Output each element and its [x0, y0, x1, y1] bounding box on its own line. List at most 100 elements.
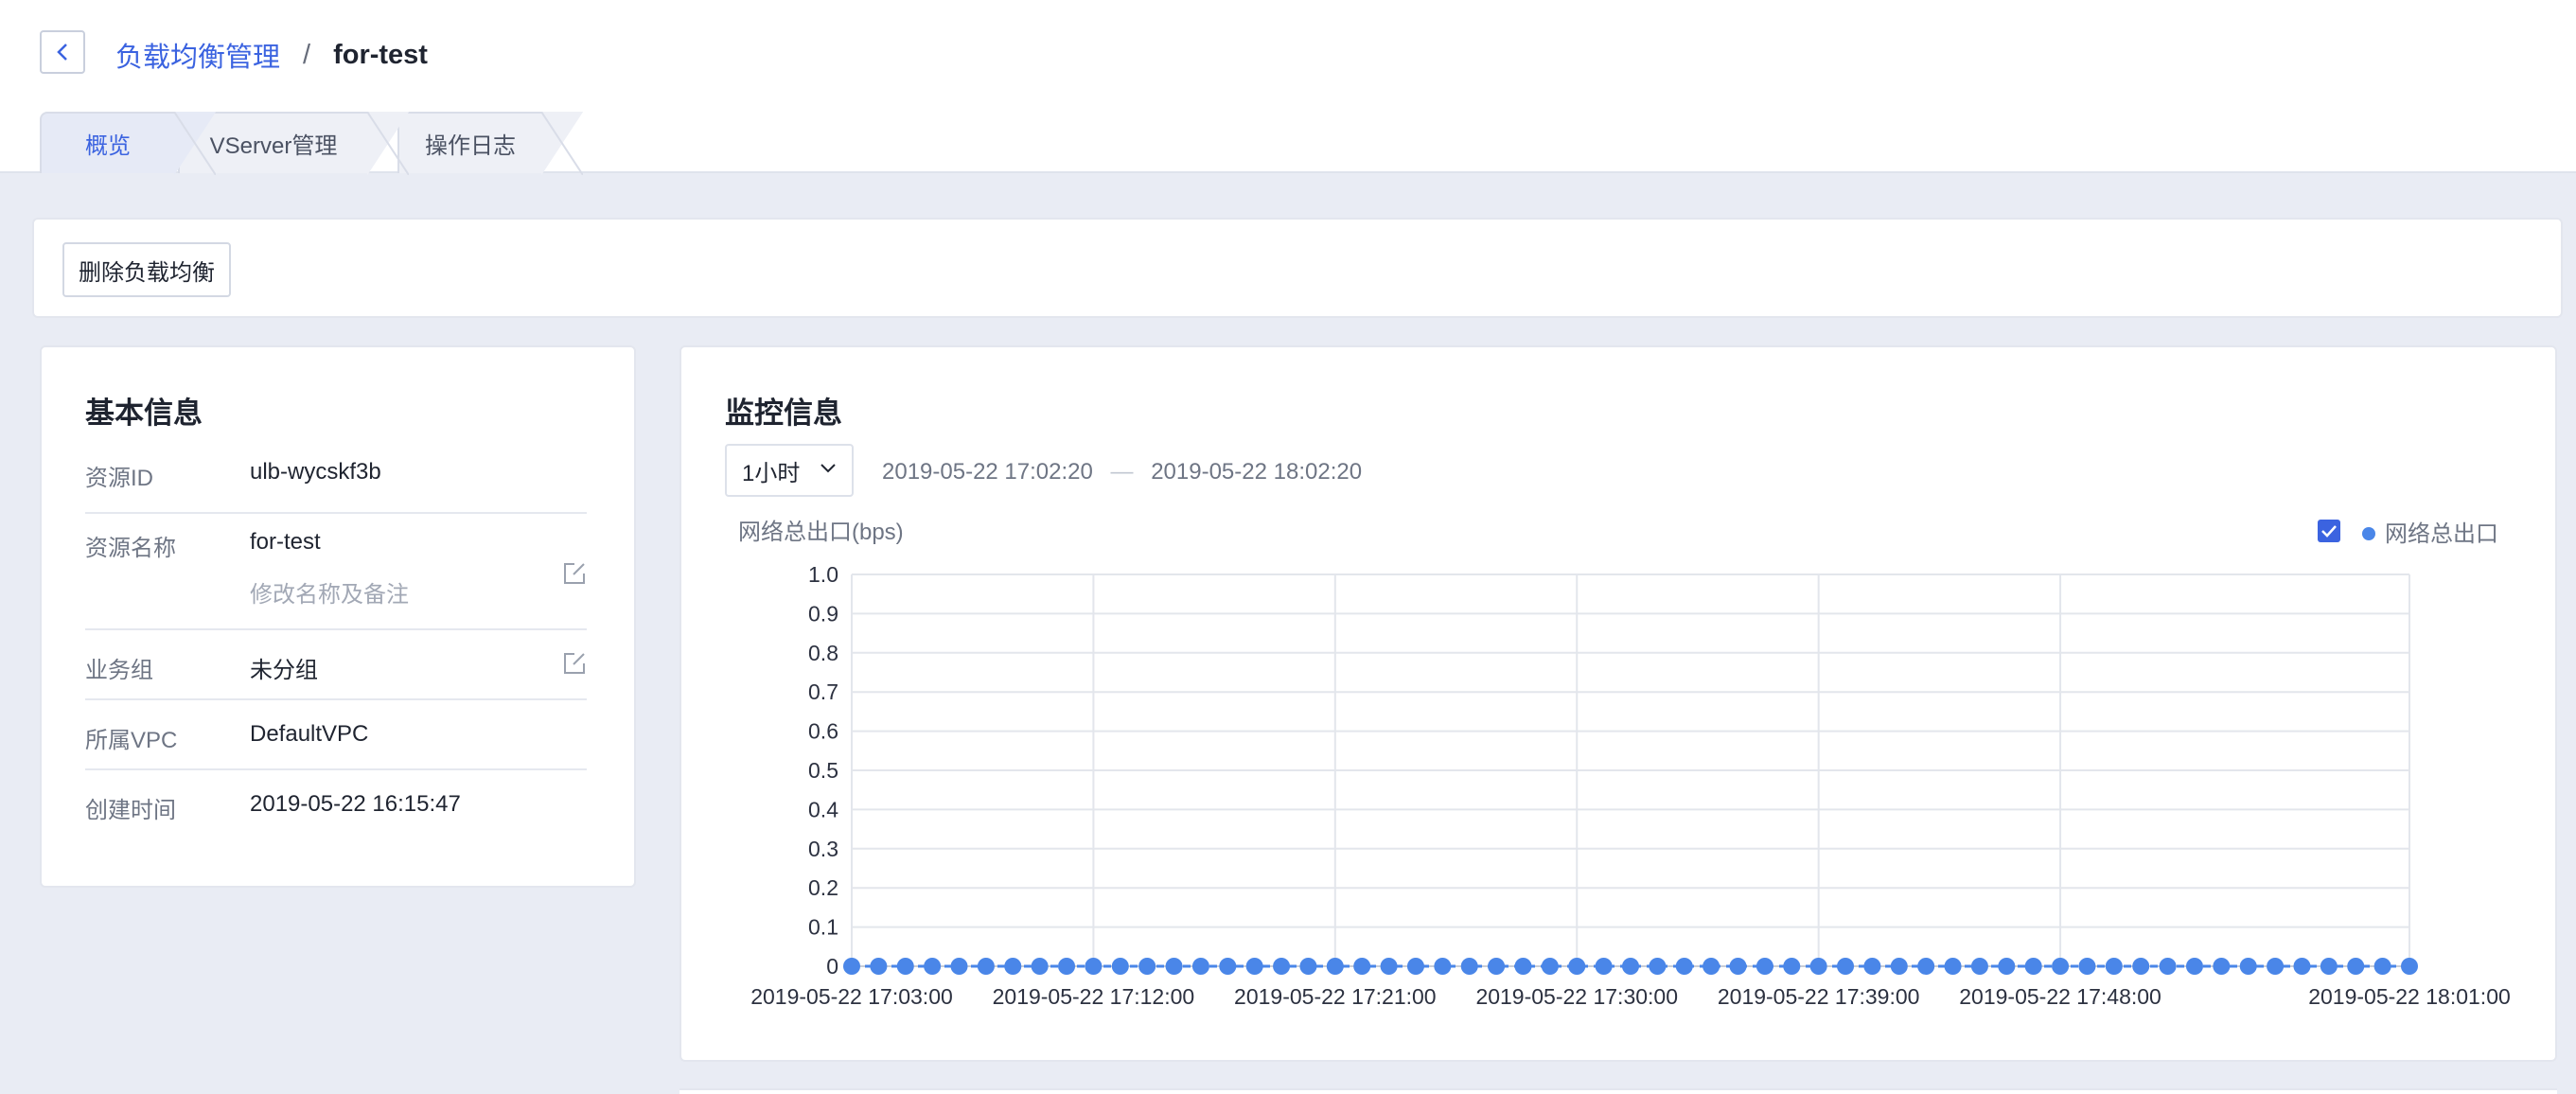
data-point[interactable] [870, 958, 888, 975]
time-range-display: 2019-05-22 17:02:20 — 2019-05-22 18:02:2… [882, 459, 1362, 485]
time-range-select[interactable]: 1小时 [725, 444, 854, 497]
data-point[interactable] [2052, 958, 2070, 975]
data-point[interactable] [1783, 958, 1801, 975]
y-tick-label: 0 [826, 954, 838, 979]
data-point[interactable] [1380, 958, 1398, 975]
data-point[interactable] [1406, 958, 1424, 975]
legend-checkbox[interactable] [2318, 520, 2340, 542]
data-point[interactable] [2213, 958, 2231, 975]
time-range-start: 2019-05-22 17:02:20 [882, 459, 1093, 485]
monitor-panel: 0 0.1 0.2 0.3 0.4 0.5 0.6 0.7 0.8 0.9 1.0 2019-05-… [679, 345, 2557, 1062]
info-value: ulb-wycskf3b [250, 459, 381, 485]
data-point[interactable] [1219, 958, 1237, 975]
data-point[interactable] [950, 958, 968, 975]
data-point[interactable] [1675, 958, 1693, 975]
legend: 网络总出口 [2318, 520, 2498, 547]
data-point[interactable] [1809, 958, 1827, 975]
time-range-select-value: 1小时 [742, 460, 801, 486]
tab-operation-log[interactable]: 操作日志 [397, 112, 583, 175]
data-point[interactable] [1837, 958, 1855, 975]
data-point[interactable] [1245, 958, 1263, 975]
edit-icon[interactable] [562, 561, 587, 586]
data-point[interactable] [977, 958, 995, 975]
basic-info-panel: 基本信息 资源ID ulb-wycskf3b 资源名称 for-test 修改名… [40, 345, 636, 888]
y-tick-label: 0.2 [808, 875, 838, 900]
time-range-end: 2019-05-22 18:02:20 [1151, 459, 1363, 485]
data-point[interactable] [2347, 958, 2365, 975]
y-tick-label: 0.3 [808, 837, 838, 861]
data-point[interactable] [1111, 958, 1129, 975]
data-point[interactable] [2320, 958, 2338, 975]
data-point[interactable] [2293, 958, 2311, 975]
x-axis-ticks: 2019-05-22 17:03:00 2019-05-22 17:12:00 20… [750, 984, 2511, 1009]
data-point[interactable] [1595, 958, 1613, 975]
data-point[interactable] [2373, 958, 2391, 975]
legend-label[interactable]: 网络总出口 [2385, 521, 2498, 547]
data-point[interactable] [1756, 958, 1773, 975]
data-point[interactable] [1944, 958, 1962, 975]
data-point[interactable] [1326, 958, 1344, 975]
time-range-separator: — [1110, 459, 1134, 485]
data-point[interactable] [1568, 958, 1586, 975]
data-point[interactable] [2267, 958, 2285, 975]
data-point[interactable] [1031, 958, 1049, 975]
data-point[interactable] [1970, 958, 1988, 975]
data-point[interactable] [1273, 958, 1291, 975]
data-point[interactable] [1541, 958, 1559, 975]
breadcrumb-parent-link[interactable]: 负载均衡管理 [115, 35, 280, 75]
network-out-chart: 0 0.1 0.2 0.3 0.4 0.5 0.6 0.7 0.8 0.9 1.0 2019-05-… [738, 520, 2511, 1009]
data-point[interactable] [2105, 958, 2123, 975]
data-point[interactable] [2401, 958, 2418, 975]
info-label: 业务组 [85, 658, 153, 683]
tab-overview[interactable]: 概览 [40, 112, 216, 175]
data-point[interactable] [1191, 958, 1209, 975]
data-point[interactable] [2024, 958, 2042, 975]
data-point[interactable] [843, 958, 860, 975]
data-point[interactable] [2132, 958, 2150, 975]
data-point[interactable] [1353, 958, 1371, 975]
tab-operation-log-label: 操作日志 [425, 133, 516, 159]
data-point[interactable] [1434, 958, 1452, 975]
y-tick-label: 1.0 [808, 562, 838, 587]
data-point[interactable] [1165, 958, 1183, 975]
info-label: 创建时间 [85, 798, 176, 823]
data-point[interactable] [1729, 958, 1747, 975]
edit-name-remark-link[interactable]: 修改名称及备注 [250, 575, 409, 609]
data-point[interactable] [1299, 958, 1317, 975]
data-point[interactable] [2078, 958, 2096, 975]
data-point[interactable] [924, 958, 942, 975]
data-point[interactable] [1998, 958, 2016, 975]
y-tick-label: 0.5 [808, 758, 838, 783]
info-row-resource-id: 资源ID ulb-wycskf3b [85, 444, 587, 514]
data-point[interactable] [1488, 958, 1506, 975]
y-tick-label: 0.8 [808, 641, 838, 665]
data-point[interactable] [1703, 958, 1720, 975]
x-tick-label: 2019-05-22 17:30:00 [1475, 984, 1678, 1009]
data-point[interactable] [1622, 958, 1639, 975]
data-point[interactable] [1514, 958, 1532, 975]
info-label: 资源ID [85, 466, 153, 491]
tab-edge [174, 112, 216, 175]
tab-vserver-label: VServer管理 [209, 133, 338, 159]
delete-load-balancer-button[interactable]: 删除负载均衡 [62, 242, 231, 297]
data-point[interactable] [1649, 958, 1667, 975]
data-point[interactable] [1085, 958, 1103, 975]
data-point[interactable] [1058, 958, 1076, 975]
data-point[interactable] [1004, 958, 1022, 975]
info-row-resource-name: 资源名称 for-test 修改名称及备注 [85, 514, 587, 630]
data-point[interactable] [1863, 958, 1881, 975]
data-point[interactable] [896, 958, 914, 975]
x-tick-label: 2019-05-22 17:39:00 [1718, 984, 1920, 1009]
data-point[interactable] [1917, 958, 1935, 975]
back-button[interactable] [40, 30, 85, 74]
data-point[interactable] [1460, 958, 1478, 975]
edit-icon[interactable] [562, 651, 587, 676]
y-tick-label: 0.7 [808, 679, 838, 704]
data-point[interactable] [2159, 958, 2177, 975]
data-point[interactable] [1890, 958, 1908, 975]
data-point[interactable] [2239, 958, 2257, 975]
y-axis-label: 网络总出口(bps) [738, 520, 904, 545]
data-point[interactable] [2185, 958, 2203, 975]
data-point[interactable] [1138, 958, 1156, 975]
chevron-left-icon [57, 44, 67, 61]
